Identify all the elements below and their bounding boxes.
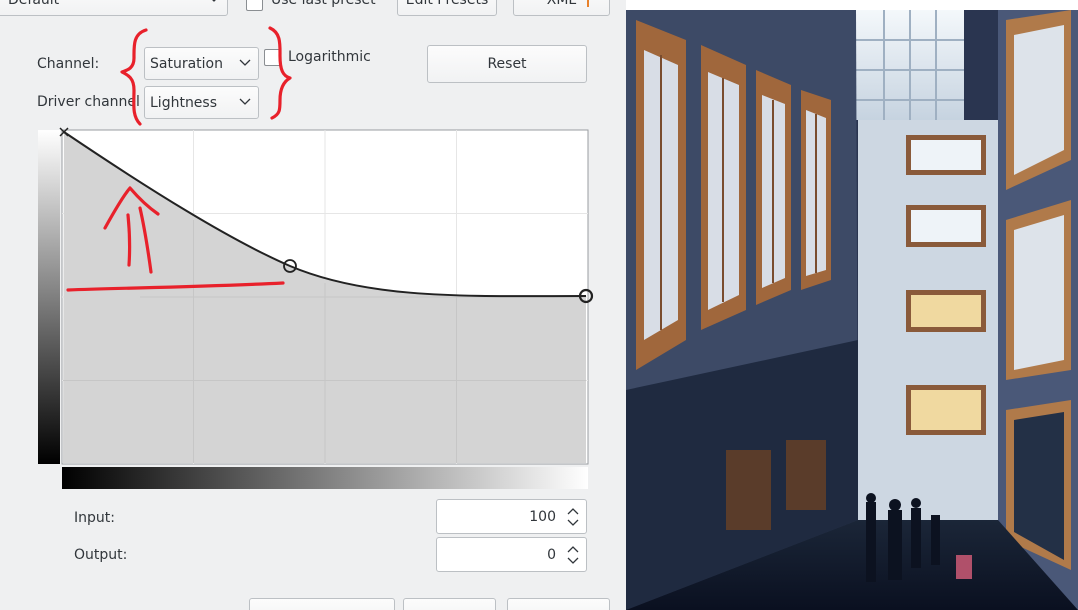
input-spinbox[interactable]: 100 <box>436 499 587 534</box>
annotation-left-brace <box>120 28 148 126</box>
curves-panel: Default Use last preset Edit Presets XML… <box>0 0 626 610</box>
spin-arrows-icon <box>567 546 579 564</box>
annotation-right-brace <box>268 26 292 120</box>
output-spinbox[interactable]: 0 <box>436 537 587 572</box>
output-value: 0 <box>547 546 556 563</box>
top-marker <box>587 0 589 7</box>
bottom-button-2[interactable] <box>403 598 496 610</box>
bottom-button-1[interactable] <box>249 598 395 610</box>
horizontal-gradient-bar <box>62 467 588 489</box>
bottom-button-3[interactable] <box>507 598 610 610</box>
input-label: Input: <box>74 510 115 526</box>
input-value: 100 <box>529 508 556 525</box>
output-label: Output: <box>74 547 128 563</box>
image-preview <box>626 10 1078 610</box>
spin-arrows-icon <box>567 508 579 526</box>
vertical-gradient-bar <box>38 130 60 464</box>
